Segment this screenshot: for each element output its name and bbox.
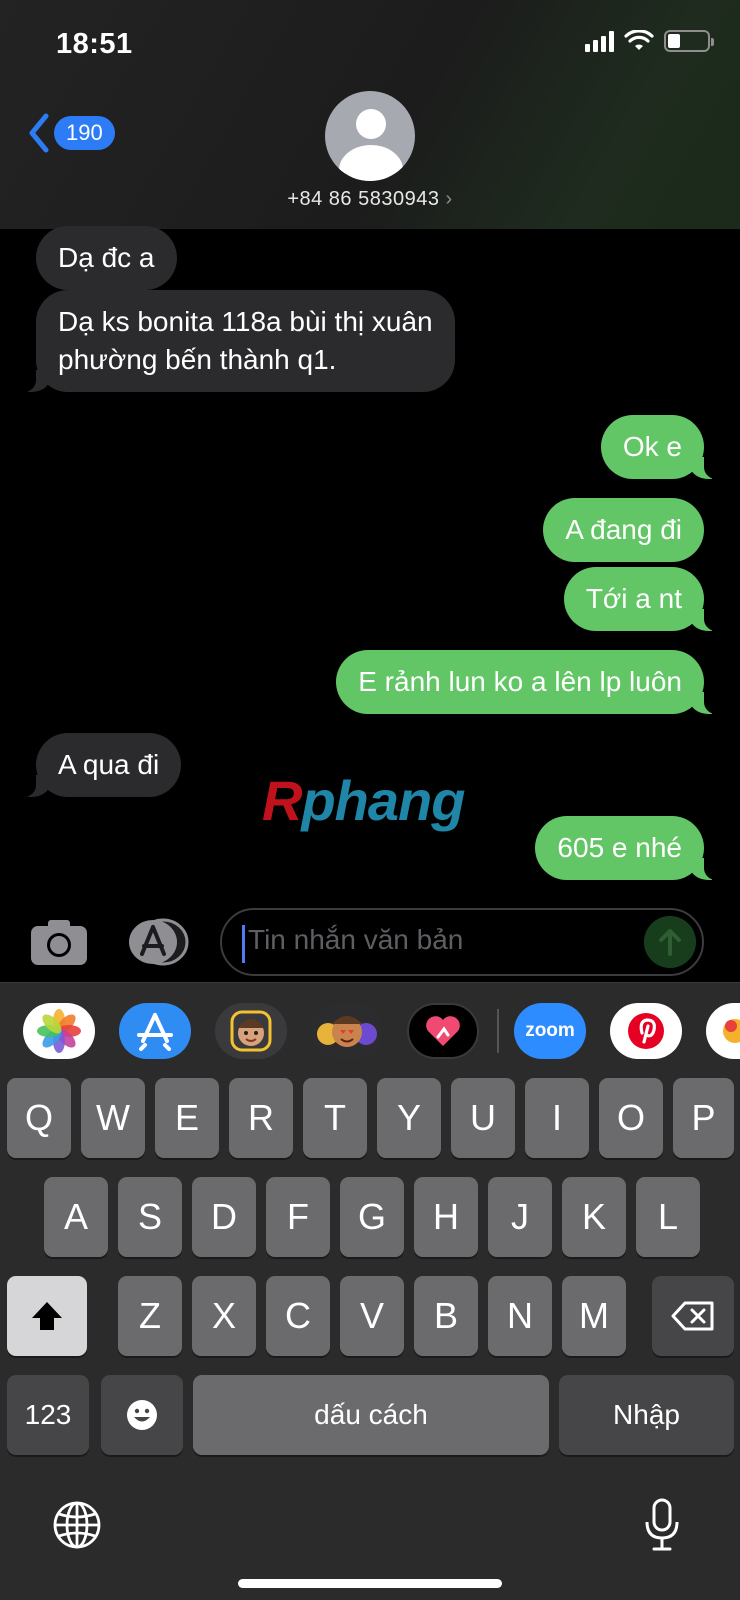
status-time: 18:51 xyxy=(56,28,133,60)
watermark-logo: Rphang xyxy=(262,768,465,833)
keyboard: Q W E R T Y U I O P A S D F G H J K L Z … xyxy=(0,1076,740,1600)
key-i[interactable]: I xyxy=(525,1078,589,1158)
message-input-placeholder: Tin nhắn văn bản xyxy=(248,924,464,955)
send-button[interactable] xyxy=(644,916,696,968)
key-t[interactable]: T xyxy=(303,1078,367,1158)
watermark-initial: R xyxy=(262,769,302,832)
conversation-header: 18:51 190 +84 86 5830943 › xyxy=(0,0,740,229)
text-caret xyxy=(242,925,245,963)
key-l[interactable]: L xyxy=(636,1177,700,1257)
message-outgoing[interactable]: 605 e nhé xyxy=(535,816,718,880)
animoji-icon[interactable] xyxy=(311,1003,383,1059)
key-x[interactable]: X xyxy=(192,1276,256,1356)
shift-icon xyxy=(32,1302,62,1330)
message-text: Dạ đc a xyxy=(58,242,155,273)
contact-name-button[interactable]: +84 86 5830943 › xyxy=(0,188,740,211)
app-store-toggle-icon[interactable] xyxy=(126,918,190,966)
return-key[interactable]: Nhập xyxy=(559,1375,734,1455)
key-a[interactable]: A xyxy=(44,1177,108,1257)
emoji-key[interactable] xyxy=(101,1375,183,1455)
key-d[interactable]: D xyxy=(192,1177,256,1257)
photos-app-icon[interactable] xyxy=(23,1003,95,1059)
pinterest-app-icon[interactable] xyxy=(610,1003,682,1059)
message-outgoing[interactable]: Tới a nt xyxy=(563,567,719,631)
chevron-right-icon: › xyxy=(445,188,453,210)
contact-number: +84 86 5830943 xyxy=(287,188,440,210)
battery-icon xyxy=(664,30,714,52)
key-r[interactable]: R xyxy=(229,1078,293,1158)
space-key[interactable]: dấu cách xyxy=(193,1375,549,1455)
message-text: E rảnh lun ko a lên lp luôn xyxy=(358,666,682,697)
unread-count-badge: 190 xyxy=(54,116,115,150)
key-w[interactable]: W xyxy=(81,1078,145,1158)
app-strip-divider xyxy=(497,1009,499,1053)
key-h[interactable]: H xyxy=(414,1177,478,1257)
status-icons xyxy=(585,30,714,52)
wifi-icon xyxy=(624,30,654,50)
message-text: Ok e xyxy=(622,431,682,462)
key-j[interactable]: J xyxy=(488,1177,552,1257)
camera-icon[interactable] xyxy=(30,918,88,966)
key-o[interactable]: O xyxy=(599,1078,663,1158)
message-text: Tới a nt xyxy=(585,583,682,614)
zoom-label: zoom xyxy=(525,1020,575,1041)
key-c[interactable]: C xyxy=(266,1276,330,1356)
message-outgoing[interactable]: Ok e xyxy=(600,415,719,479)
contact-avatar[interactable] xyxy=(325,91,415,181)
key-v[interactable]: V xyxy=(340,1276,404,1356)
microphone-icon[interactable] xyxy=(643,1498,681,1552)
key-g[interactable]: G xyxy=(340,1177,404,1257)
home-indicator[interactable] xyxy=(238,1579,502,1588)
key-p[interactable]: P xyxy=(673,1078,734,1158)
key-f[interactable]: F xyxy=(266,1177,330,1257)
key-e[interactable]: E xyxy=(155,1078,219,1158)
key-m[interactable]: M xyxy=(562,1276,626,1356)
message-incoming[interactable]: Dạ đc a xyxy=(36,226,177,290)
message-input[interactable]: Tin nhắn văn bản xyxy=(220,908,704,976)
message-text: 605 e nhé xyxy=(557,832,682,863)
chevron-left-icon xyxy=(29,113,49,153)
cellular-signal-icon xyxy=(585,30,614,52)
memoji-icon[interactable] xyxy=(215,1003,287,1059)
backspace-icon xyxy=(671,1301,714,1331)
partial-app-icon[interactable] xyxy=(706,1003,740,1059)
key-z[interactable]: Z xyxy=(118,1276,182,1356)
watermark-text: phang xyxy=(301,769,465,832)
app-store-icon[interactable] xyxy=(119,1003,191,1059)
message-text-line: Dạ ks bonita 118a bùi thị xuân xyxy=(58,306,433,337)
imessage-app-strip: zoom xyxy=(0,982,740,1076)
message-text: A qua đi xyxy=(58,749,160,780)
numbers-key[interactable]: 123 xyxy=(7,1375,89,1455)
message-text-line: phường bến thành q1. xyxy=(58,344,337,375)
key-u[interactable]: U xyxy=(451,1078,515,1158)
emoji-icon xyxy=(127,1400,157,1430)
globe-icon[interactable] xyxy=(52,1500,102,1550)
key-q[interactable]: Q xyxy=(7,1078,71,1158)
key-b[interactable]: B xyxy=(414,1276,478,1356)
zoom-app-icon[interactable]: zoom xyxy=(514,1003,586,1059)
shift-key[interactable] xyxy=(7,1276,87,1356)
key-k[interactable]: K xyxy=(562,1177,626,1257)
digital-touch-icon[interactable] xyxy=(407,1003,479,1059)
message-outgoing[interactable]: E rảnh lun ko a lên lp luôn xyxy=(336,650,718,714)
message-text: A đang đi xyxy=(565,514,682,545)
delete-key[interactable] xyxy=(652,1276,734,1356)
message-incoming[interactable]: Dạ ks bonita 118a bùi thị xuân phường bế… xyxy=(22,290,455,392)
back-button[interactable]: 190 xyxy=(26,112,115,154)
key-y[interactable]: Y xyxy=(377,1078,441,1158)
key-n[interactable]: N xyxy=(488,1276,552,1356)
message-outgoing[interactable]: A đang đi xyxy=(543,498,704,562)
key-s[interactable]: S xyxy=(118,1177,182,1257)
message-incoming[interactable]: A qua đi xyxy=(21,733,182,797)
